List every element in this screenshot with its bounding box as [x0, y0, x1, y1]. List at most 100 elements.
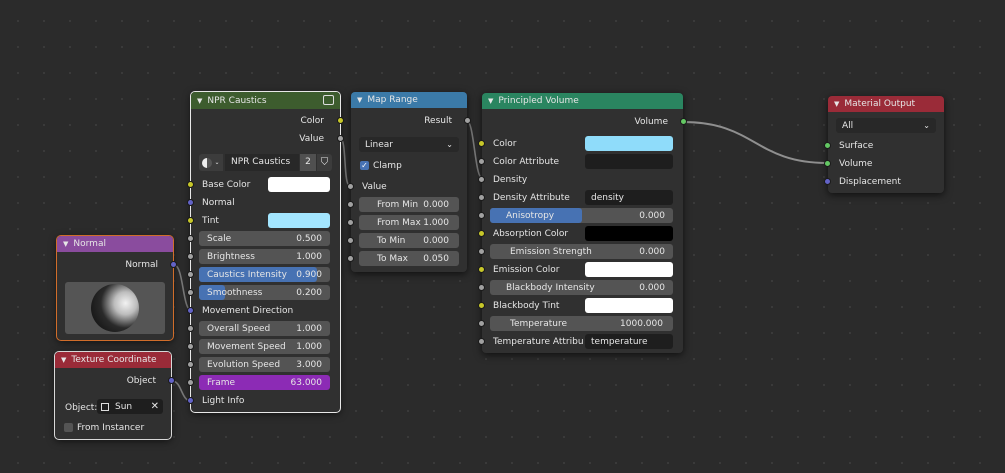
collapse-icon[interactable]: ▼ [357, 96, 362, 104]
input-tint-socket[interactable] [187, 217, 194, 224]
collapse-icon[interactable]: ▼ [63, 240, 68, 248]
movement-speed-field[interactable]: Movement Speed 1.000 [199, 339, 330, 354]
input-smoothness-socket[interactable] [187, 289, 194, 296]
input-emission-strength-socket[interactable] [478, 248, 485, 255]
clear-object-icon[interactable]: ✕ [151, 401, 159, 412]
input-color-attribute-socket[interactable] [478, 158, 485, 165]
texture-coordinate-node[interactable]: ▼ Texture Coordinate Object Object: Sun … [54, 351, 175, 440]
input-from-max-socket[interactable] [347, 219, 354, 226]
absorption-color-swatch[interactable] [585, 226, 673, 241]
input-base-color-socket[interactable] [187, 181, 194, 188]
output-volume-socket[interactable] [680, 118, 687, 125]
input-caustics-intensity-socket[interactable] [187, 271, 194, 278]
input-movement-speed-socket[interactable] [187, 343, 194, 350]
input-volume-socket[interactable] [824, 160, 831, 167]
from-instancer-checkbox[interactable] [64, 423, 73, 432]
collapse-icon[interactable]: ▼ [61, 356, 66, 364]
input-movement-direction-socket[interactable] [187, 307, 194, 314]
fake-user-shield-icon[interactable]: ⛉ [317, 154, 332, 171]
input-overall-speed-socket[interactable] [187, 325, 194, 332]
datablock-selector[interactable]: ⌄ NPR Caustics 2 ⛉ [199, 154, 332, 171]
input-surface-socket[interactable] [824, 142, 831, 149]
input-displacement-socket[interactable] [824, 178, 831, 185]
base-color-swatch[interactable] [268, 177, 330, 192]
input-blackbody-tint-socket[interactable] [478, 302, 485, 309]
input-to-max-socket[interactable] [347, 255, 354, 262]
normal-direction-ball[interactable] [65, 282, 165, 334]
smoothness-slider[interactable]: Smoothness 0.200 [199, 285, 330, 300]
node-group-icon[interactable] [323, 95, 334, 105]
output-object-socket[interactable] [168, 377, 175, 384]
input-anisotropy-socket[interactable] [478, 212, 485, 219]
density-attribute-field[interactable]: density [585, 190, 673, 205]
principled-volume-node[interactable]: ▼ Principled Volume Volume Color Color A… [478, 93, 687, 353]
to-min-field[interactable]: To Min 0.000 [359, 233, 459, 248]
input-temperature-attribute-socket[interactable] [478, 338, 485, 345]
overall-speed-field[interactable]: Overall Speed 1.000 [199, 321, 330, 336]
output-value-socket[interactable] [337, 135, 344, 142]
input-density-socket[interactable] [478, 176, 485, 183]
blackbody-intensity-field[interactable]: Blackbody Intensity 0.000 [490, 280, 673, 295]
input-evolution-speed-socket[interactable] [187, 361, 194, 368]
normal-node[interactable]: ▼ Normal Normal [56, 235, 177, 341]
tint-swatch[interactable] [268, 213, 330, 228]
interpolation-dropdown[interactable]: Linear ⌄ [359, 137, 459, 152]
anisotropy-slider[interactable]: Anisotropy 0.000 [490, 208, 673, 223]
output-color-socket[interactable] [337, 117, 344, 124]
map-range-header[interactable]: ▼ Map Range [351, 92, 467, 108]
output-normal-socket[interactable] [170, 261, 177, 268]
collapse-icon[interactable]: ▼ [488, 97, 493, 105]
material-output-header[interactable]: ▼ Material Output [828, 96, 944, 112]
emission-strength-value: 0.000 [639, 246, 665, 257]
object-picker[interactable]: Sun ✕ [97, 399, 163, 414]
color-swatch[interactable] [585, 136, 673, 151]
input-density-attribute-socket[interactable] [478, 194, 485, 201]
map-range-node[interactable]: ▼ Map Range Result Linear ⌄ ✓ Clamp Valu… [347, 92, 471, 272]
link-volume-to-output [682, 121, 828, 164]
from-min-field[interactable]: From Min 0.000 [359, 197, 459, 212]
npr-caustics-header[interactable]: ▼ NPR Caustics [191, 92, 340, 109]
temperature-attribute-field[interactable]: temperature [585, 334, 673, 349]
input-blackbody-intensity-socket[interactable] [478, 284, 485, 291]
input-temperature-socket[interactable] [478, 320, 485, 327]
collapse-icon[interactable]: ▼ [834, 100, 839, 108]
scale-field[interactable]: Scale 0.500 [199, 231, 330, 246]
input-light-info-socket[interactable] [187, 397, 194, 404]
from-max-field[interactable]: From Max 1.000 [359, 215, 459, 230]
color-attribute-field[interactable] [585, 154, 673, 169]
input-absorption-color-socket[interactable] [478, 230, 485, 237]
input-to-min-socket[interactable] [347, 237, 354, 244]
texture-coordinate-header[interactable]: ▼ Texture Coordinate [55, 352, 171, 368]
input-from-min-socket[interactable] [347, 201, 354, 208]
from-max-label: From Max [377, 217, 421, 228]
nodetree-browse-icon[interactable]: ⌄ [199, 154, 223, 171]
collapse-icon[interactable]: ▼ [197, 97, 202, 105]
datablock-users-count[interactable]: 2 [300, 154, 316, 171]
render-target-dropdown[interactable]: All ⌄ [836, 118, 936, 133]
object-icon [101, 402, 109, 411]
caustics-intensity-slider[interactable]: Caustics Intensity 0.900 [199, 267, 330, 282]
principled-volume-header[interactable]: ▼ Principled Volume [482, 93, 683, 109]
input-color-socket[interactable] [478, 140, 485, 147]
output-result-socket[interactable] [464, 117, 471, 124]
normal-node-header[interactable]: ▼ Normal [57, 236, 173, 252]
to-max-field[interactable]: To Max 0.050 [359, 251, 459, 266]
temperature-field[interactable]: Temperature 1000.000 [490, 316, 673, 331]
clamp-checkbox[interactable]: ✓ [360, 161, 369, 170]
npr-caustics-node[interactable]: ▼ NPR Caustics Color Value ⌄ NPR Caustic… [187, 91, 344, 413]
frame-field-driven[interactable]: Frame 63.000 [199, 375, 330, 390]
input-scale-socket[interactable] [187, 235, 194, 242]
emission-color-swatch[interactable] [585, 262, 673, 277]
blackbody-tint-swatch[interactable] [585, 298, 673, 313]
evolution-speed-field[interactable]: Evolution Speed 3.000 [199, 357, 330, 372]
input-normal-socket[interactable] [187, 199, 194, 206]
datablock-name[interactable]: NPR Caustics [225, 154, 299, 171]
node-title: Map Range [367, 95, 418, 105]
brightness-field[interactable]: Brightness 1.000 [199, 249, 330, 264]
emission-strength-field[interactable]: Emission Strength 0.000 [490, 244, 673, 259]
input-emission-color-socket[interactable] [478, 266, 485, 273]
input-value-socket[interactable] [347, 183, 354, 190]
input-brightness-socket[interactable] [187, 253, 194, 260]
input-frame-socket[interactable] [187, 379, 194, 386]
material-output-node[interactable]: ▼ Material Output All ⌄ Surface Volume D… [824, 96, 944, 193]
